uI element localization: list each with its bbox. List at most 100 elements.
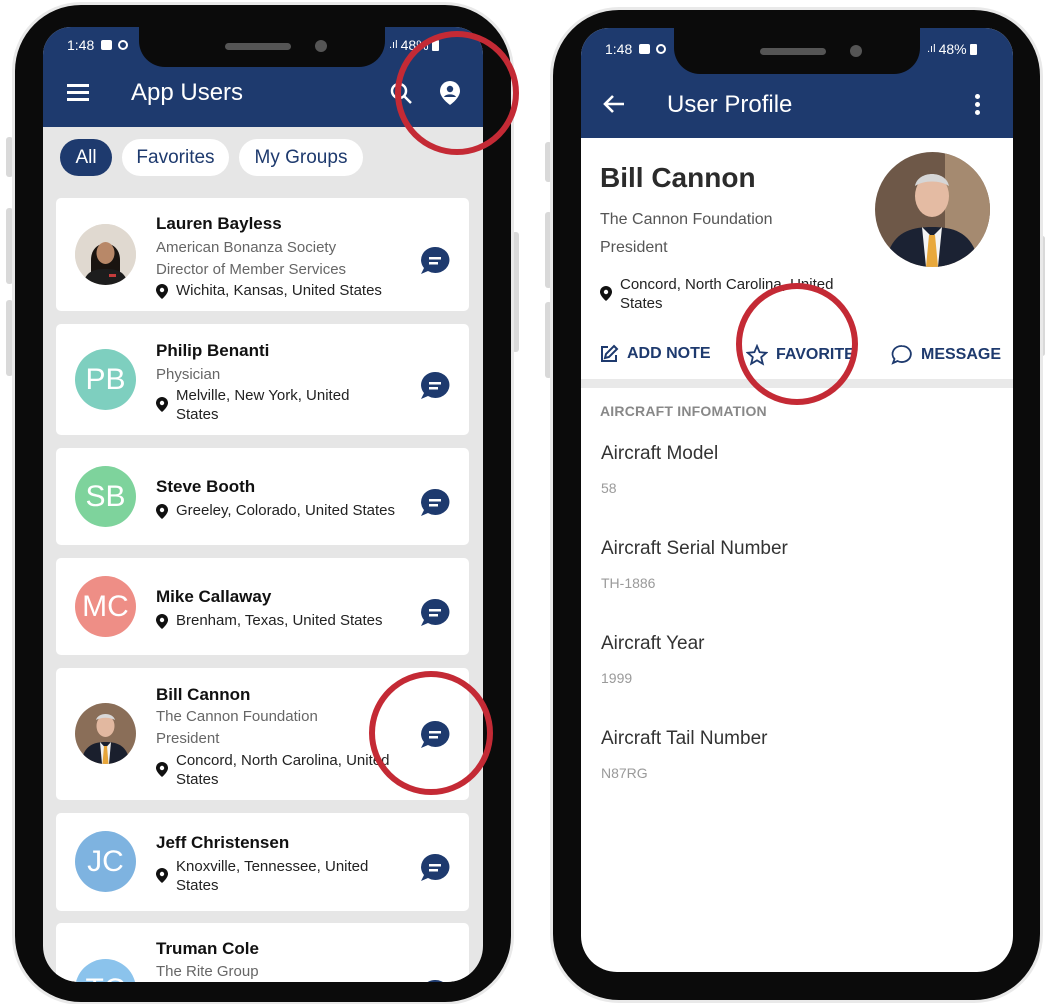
message-bubble-icon[interactable] xyxy=(420,853,450,883)
avatar xyxy=(75,703,136,764)
user-card[interactable]: SB Steve Booth Greeley, Colorado, United… xyxy=(56,448,469,545)
message-button[interactable]: MESSAGE xyxy=(891,344,1001,366)
user-location: Greeley, Colorado, United States xyxy=(156,501,401,523)
user-location: Wichita, Kansas, United States xyxy=(156,281,401,303)
message-bubble-icon[interactable] xyxy=(420,598,450,628)
field-value-aircraft-tail-number: N87RG xyxy=(601,765,648,781)
chat-bubble-icon xyxy=(891,345,912,365)
user-name: Lauren Bayless xyxy=(156,214,282,233)
field-label-aircraft-year: Aircraft Year xyxy=(601,633,705,654)
right-phone-side-button xyxy=(545,212,552,288)
battery-percent: 48% xyxy=(938,41,967,57)
front-camera xyxy=(315,40,327,52)
location-text: Knoxville, Tennessee, United States xyxy=(176,858,369,894)
location-pin-icon xyxy=(156,397,168,412)
filter-chip-favorites[interactable]: Favorites xyxy=(122,139,229,176)
location-text: Brenham, Texas, United States xyxy=(176,612,383,629)
user-card[interactable]: Lauren Bayless American Bonanza Society … xyxy=(56,198,469,311)
filter-chip-all[interactable]: All xyxy=(60,139,112,176)
status-bar-left: 1:48 xyxy=(605,41,667,57)
profile-avatar xyxy=(875,152,990,267)
user-organization: The Rite Group xyxy=(156,963,259,980)
user-name: Jeff Christensen xyxy=(156,833,290,852)
sync-icon xyxy=(656,44,667,54)
battery-icon xyxy=(969,43,977,55)
message-bubble-icon[interactable] xyxy=(420,371,450,401)
status-time: 1:48 xyxy=(605,41,633,57)
message-bubble-icon[interactable] xyxy=(420,488,450,518)
location-pin-icon xyxy=(600,286,612,301)
more-vertical-icon[interactable] xyxy=(975,94,981,116)
user-location: Knoxville, Tennessee, United States xyxy=(156,857,401,897)
right-phone-side-button xyxy=(545,302,552,378)
sync-icon xyxy=(118,40,129,50)
profile-role: President xyxy=(600,239,668,256)
field-label-aircraft-model: Aircraft Model xyxy=(601,443,719,464)
field-value-aircraft-model: 58 xyxy=(601,480,617,496)
status-bar-left: 1:48 xyxy=(67,37,129,53)
location-pin-icon xyxy=(156,504,168,519)
user-organization: The Cannon Foundation xyxy=(156,708,318,725)
user-location: Melville, New York, United States xyxy=(156,386,401,426)
avatar-initials: SB xyxy=(75,466,136,527)
speaker-grille xyxy=(760,48,826,55)
field-label-aircraft-serial-number: Aircraft Serial Number xyxy=(601,538,788,559)
avatar xyxy=(75,224,136,285)
page-title: User Profile xyxy=(667,91,793,118)
section-title: AIRCRAFT INFOMATION xyxy=(600,403,767,419)
highlight-ring-profile-icon xyxy=(395,31,519,155)
avatar-initials: PB xyxy=(75,349,136,410)
user-name: Bill Cannon xyxy=(156,685,251,704)
arrow-left-icon[interactable] xyxy=(603,94,625,114)
user-name: Truman Cole xyxy=(156,939,259,958)
avatar-initials: MC xyxy=(75,576,136,637)
field-value-aircraft-serial-number: TH-1886 xyxy=(601,575,656,591)
right-phone-screen: 1:48 .ıl 48% User Profile Bill Cannon Th… xyxy=(581,28,1013,972)
left-phone-power-button xyxy=(512,232,519,352)
user-card[interactable]: TC Truman Cole The Rite Group xyxy=(56,923,469,982)
user-location: Concord, North Carolina, United States xyxy=(156,751,401,791)
status-bar-right: .ıl 48% xyxy=(927,41,977,57)
location-pin-icon xyxy=(156,284,168,299)
right-phone-power-button xyxy=(1040,236,1045,356)
add-note-button[interactable]: ADD NOTE xyxy=(599,344,711,364)
status-time: 1:48 xyxy=(67,37,95,53)
hamburger-icon[interactable] xyxy=(67,84,89,101)
avatar-initials: JC xyxy=(75,831,136,892)
user-name: Steve Booth xyxy=(156,477,256,496)
user-card[interactable]: JC Jeff Christensen Knoxville, Tennessee… xyxy=(56,813,469,911)
user-organization: Physician xyxy=(156,366,221,383)
left-phone-side-button xyxy=(6,137,13,177)
message-bubble-icon[interactable] xyxy=(420,246,450,276)
location-text: Concord, North Carolina, United States xyxy=(176,752,390,788)
signal-icon: .ıl xyxy=(389,39,398,51)
left-phone-side-button xyxy=(6,208,13,284)
filter-chip-my-groups[interactable]: My Groups xyxy=(239,139,363,176)
avatar-initials: TC xyxy=(75,959,136,982)
field-value-aircraft-year: 1999 xyxy=(601,670,633,686)
location-text: Greeley, Colorado, United States xyxy=(176,502,396,519)
location-text: Melville, New York, United States xyxy=(176,387,350,423)
user-organization: American Bonanza Society xyxy=(156,239,337,256)
location-pin-icon xyxy=(156,868,168,883)
phone-notch xyxy=(674,28,920,74)
signal-icon: .ıl xyxy=(927,43,936,55)
field-label-aircraft-tail-number: Aircraft Tail Number xyxy=(601,728,768,749)
profile-organization: The Cannon Foundation xyxy=(600,211,773,228)
front-camera xyxy=(850,45,862,57)
left-phone-screen: 1:48 .ıl 48% App Users All Favorites My … xyxy=(43,27,483,982)
location-text: Wichita, Kansas, United States xyxy=(176,282,382,299)
gallery-notification-icon xyxy=(639,44,651,54)
right-phone-side-button xyxy=(545,142,552,182)
user-card[interactable]: MC Mike Callaway Brenham, Texas, United … xyxy=(56,558,469,655)
page-title: App Users xyxy=(131,79,244,106)
profile-name: Bill Cannon xyxy=(600,162,756,193)
speaker-grille xyxy=(225,43,291,50)
location-pin-icon xyxy=(156,762,168,777)
gallery-notification-icon xyxy=(101,40,113,50)
user-name: Philip Benanti xyxy=(156,341,270,360)
edit-note-icon xyxy=(601,344,619,362)
message-label: MESSAGE xyxy=(921,346,1002,363)
message-bubble-icon[interactable] xyxy=(420,979,450,982)
user-card[interactable]: PB Philip Benanti Physician Melville, Ne… xyxy=(56,324,469,435)
